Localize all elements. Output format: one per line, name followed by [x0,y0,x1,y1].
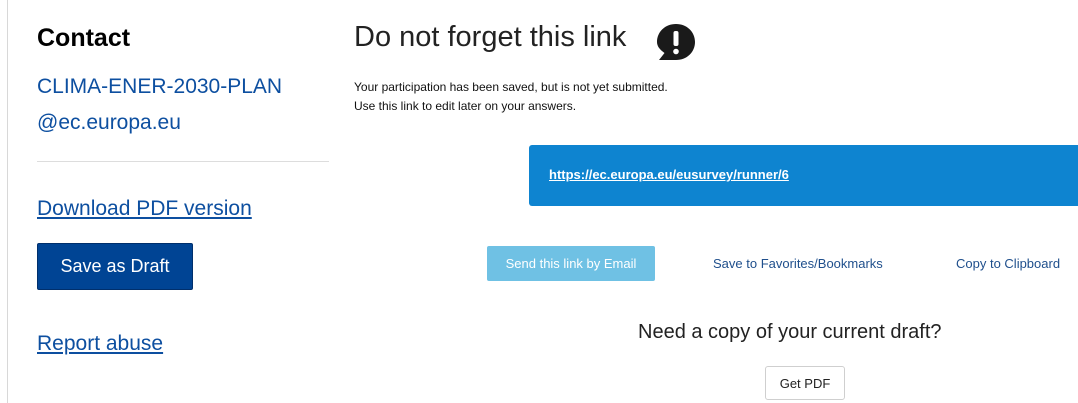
send-link-email-button[interactable]: Send this link by Email [487,246,655,281]
survey-link[interactable]: https://ec.europa.eu/eusurvey/runner/6 [549,167,789,182]
sidebar-divider [37,161,329,162]
save-favorites-link[interactable]: Save to Favorites/Bookmarks [713,256,883,271]
get-pdf-button[interactable]: Get PDF [765,366,845,400]
page-title: Do not forget this link [354,21,627,53]
info-saved-text: Your participation has been saved, but i… [354,80,668,94]
draft-saved-panel: Do not forget this link Your participati… [354,0,1078,403]
download-pdf-link[interactable]: Download PDF version [37,197,252,221]
contact-title: Contact [37,24,131,52]
save-as-draft-button[interactable]: Save as Draft [37,243,193,290]
info-edit-text: Use this link to edit later on your answ… [354,99,577,113]
left-border [7,0,8,403]
exclamation-speech-bubble-icon [657,24,695,60]
report-abuse-link[interactable]: Report abuse [37,332,163,356]
copy-clipboard-link[interactable]: Copy to Clipboard [956,256,1060,271]
survey-link-box: https://ec.europa.eu/eusurvey/runner/6 [529,145,1078,206]
draft-copy-question: Need a copy of your current draft? [638,321,942,343]
contact-email-link[interactable]: CLIMA-ENER-2030-PLAN@ec.europa.eu [37,69,297,141]
